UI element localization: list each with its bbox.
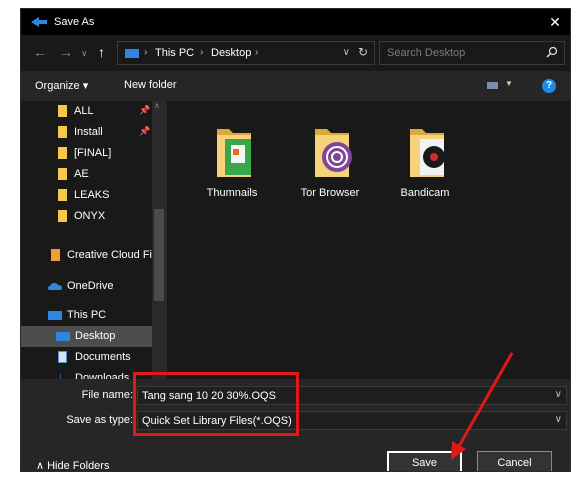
folder-icon bbox=[58, 168, 67, 180]
sidebar-item-label: Install bbox=[74, 126, 103, 138]
folder-name: Bandicam bbox=[400, 187, 450, 199]
save-type-dropdown-icon[interactable]: ∨ bbox=[555, 414, 562, 425]
close-icon: ✕ bbox=[549, 14, 561, 30]
scrollbar-thumb[interactable] bbox=[154, 209, 164, 301]
breadcrumb-separator-icon: › bbox=[200, 47, 204, 58]
search-placeholder: Search Desktop bbox=[387, 47, 466, 59]
save-type-value: Quick Set Library Files(*.OQS) bbox=[142, 415, 292, 427]
sidebar-item-label: OneDrive bbox=[67, 280, 114, 292]
sidebar-item-label: This PC bbox=[67, 309, 107, 321]
window-title: Save As bbox=[54, 16, 95, 28]
navigation-pane: ALL 📌 Install 📌 [FINAL] AE LEAKS ONYX Cr… bbox=[21, 101, 167, 384]
creative-cloud-icon bbox=[51, 249, 60, 261]
pin-icon: 📌 bbox=[139, 126, 151, 136]
sidebar-item-documents[interactable]: Documents bbox=[21, 347, 161, 368]
folder-name: Thumnails bbox=[206, 187, 258, 199]
sidebar-item-onyx[interactable]: ONYX bbox=[21, 206, 161, 227]
search-icon bbox=[546, 46, 558, 58]
folder-item-tor-browser[interactable]: Tor Browser bbox=[285, 115, 375, 205]
sidebar-item-onedrive[interactable]: OneDrive bbox=[21, 276, 161, 297]
sidebar-item-label: AE bbox=[74, 168, 89, 180]
folder-tor-icon bbox=[315, 129, 352, 177]
command-toolbar: Organize ▾ New folder ▼ ? bbox=[21, 71, 570, 101]
folder-icon bbox=[58, 189, 67, 201]
navigation-bar: ← → ∨ ↑ › This PC › Desktop › ∨ ↻ Search… bbox=[21, 35, 570, 71]
back-arrow-icon[interactable]: ← bbox=[33, 44, 47, 60]
folder-item-bandicam[interactable]: Bandicam bbox=[380, 115, 470, 205]
pc-icon bbox=[125, 49, 139, 58]
address-dropdown-icon[interactable]: ∨ bbox=[343, 47, 350, 58]
cancel-button[interactable]: Cancel bbox=[477, 451, 552, 471]
title-bar: Save As ✕ bbox=[21, 9, 570, 35]
forward-arrow-icon[interactable]: → bbox=[59, 44, 73, 60]
pc-icon bbox=[48, 311, 62, 320]
sidebar-item-leaks[interactable]: LEAKS bbox=[21, 185, 161, 206]
hide-folders-button[interactable]: ∧ Hide Folders bbox=[36, 459, 109, 471]
sidebar-item-all[interactable]: ALL 📌 bbox=[21, 101, 161, 122]
sidebar-item-label: Documents bbox=[75, 351, 131, 363]
folder-icon bbox=[58, 147, 67, 159]
folder-item-thumnails[interactable]: Thumnails bbox=[187, 115, 277, 205]
save-type-label: Save as type: bbox=[66, 414, 133, 426]
sidebar-item-label: [FINAL] bbox=[74, 147, 112, 159]
save-button[interactable]: Save bbox=[387, 451, 462, 471]
folder-name: Tor Browser bbox=[300, 187, 360, 199]
sidebar-item-ae[interactable]: AE bbox=[21, 164, 161, 185]
folder-icon bbox=[58, 105, 67, 117]
view-dropdown-icon[interactable]: ▼ bbox=[505, 79, 513, 88]
breadcrumb-separator-icon: › bbox=[255, 47, 259, 58]
save-arrow-icon bbox=[31, 17, 47, 27]
breadcrumb-separator-icon: › bbox=[144, 47, 148, 58]
save-type-select[interactable]: Quick Set Library Files(*.OQS) ∨ bbox=[137, 411, 567, 430]
breadcrumb-desktop[interactable]: Desktop bbox=[211, 47, 251, 59]
save-form: File name: Tang sang 10 20 30%.OQS ∨ Sav… bbox=[21, 379, 570, 471]
file-name-value: Tang sang 10 20 30%.OQS bbox=[142, 390, 276, 402]
sidebar-item-label: Desktop bbox=[75, 330, 116, 342]
onedrive-icon bbox=[48, 283, 62, 290]
close-button[interactable]: ✕ bbox=[540, 9, 570, 35]
folder-bandicam-icon bbox=[410, 129, 445, 177]
file-name-dropdown-icon[interactable]: ∨ bbox=[555, 389, 562, 400]
documents-icon bbox=[58, 351, 67, 363]
sidebar-item-install[interactable]: Install 📌 bbox=[21, 122, 161, 143]
recent-locations-chevron-icon[interactable]: ∨ bbox=[81, 48, 88, 59]
scroll-up-chevron-icon[interactable]: ∧ bbox=[154, 101, 160, 110]
up-arrow-icon[interactable]: ↑ bbox=[98, 44, 105, 60]
address-bar[interactable]: › This PC › Desktop › ∨ ↻ bbox=[117, 41, 375, 65]
save-as-dialog: Save As ✕ ← → ∨ ↑ › This PC › Desktop › … bbox=[20, 8, 571, 472]
refresh-icon[interactable]: ↻ bbox=[358, 45, 368, 59]
new-folder-button[interactable]: New folder bbox=[124, 79, 177, 91]
file-list: Thumnails Tor Browser Bandicam bbox=[167, 101, 570, 379]
search-input[interactable]: Search Desktop bbox=[379, 41, 565, 65]
folder-thumbnails-icon bbox=[217, 129, 251, 177]
sidebar-item-label: LEAKS bbox=[74, 189, 110, 201]
sidebar-item-label: ONYX bbox=[74, 210, 106, 222]
file-name-label: File name: bbox=[81, 389, 133, 401]
sidebar-item-label: Creative Cloud Fil bbox=[67, 249, 155, 261]
pin-icon: 📌 bbox=[139, 105, 151, 115]
sidebar-item-desktop[interactable]: Desktop bbox=[21, 326, 161, 347]
file-name-input[interactable]: Tang sang 10 20 30%.OQS ∨ bbox=[137, 386, 567, 405]
help-icon[interactable]: ? bbox=[542, 79, 556, 93]
folder-icon bbox=[58, 210, 67, 222]
sidebar-scrollbar[interactable]: ∧ bbox=[152, 101, 167, 379]
breadcrumb-this-pc[interactable]: This PC bbox=[155, 47, 194, 59]
sidebar-item-creative-cloud[interactable]: Creative Cloud Fil bbox=[21, 245, 161, 266]
folder-icon bbox=[58, 126, 67, 138]
background-edge bbox=[571, 8, 585, 472]
organize-button[interactable]: Organize ▾ bbox=[35, 79, 88, 92]
view-options-icon[interactable] bbox=[487, 82, 498, 89]
sidebar-item-label: ALL bbox=[74, 105, 94, 117]
sidebar-item-final[interactable]: [FINAL] bbox=[21, 143, 161, 164]
sidebar-item-this-pc[interactable]: This PC bbox=[21, 305, 161, 326]
desktop-icon bbox=[56, 332, 70, 341]
